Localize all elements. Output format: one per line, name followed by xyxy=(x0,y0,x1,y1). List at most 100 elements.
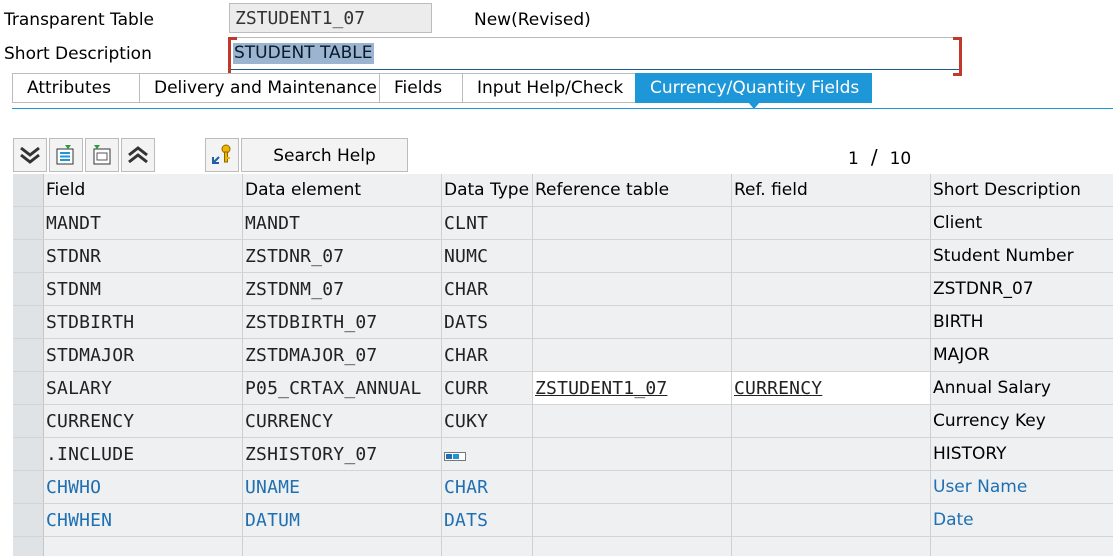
column-header-data-element[interactable]: Data element xyxy=(243,174,442,206)
column-header-short-description[interactable]: Short Description xyxy=(931,174,1113,206)
short-description-cell xyxy=(931,537,1113,556)
search-help-button[interactable]: Search Help xyxy=(241,138,408,172)
ref-field-cell xyxy=(732,240,931,272)
data-type-cell: DATS xyxy=(442,504,533,536)
delete-row-button[interactable] xyxy=(85,138,119,172)
short-description-label: Short Description xyxy=(4,44,152,64)
search-help-key-button[interactable] xyxy=(205,138,239,172)
short-description-cell: User Name xyxy=(931,471,1113,503)
field-cell: MANDT xyxy=(44,207,243,239)
reference-table-input[interactable]: ZSTUDENT1_07 xyxy=(533,372,732,404)
ref-field-cell xyxy=(732,438,931,470)
tab-currency-quantity-fields[interactable]: Currency/Quantity Fields xyxy=(635,73,872,109)
data-element-cell: ZSTDNM_07 xyxy=(243,273,442,305)
data-element-cell: DATUM xyxy=(243,504,442,536)
data-element-cell: ZSTDNR_07 xyxy=(243,240,442,272)
search-help-key-icon xyxy=(210,143,234,167)
select-all-cell[interactable] xyxy=(13,174,44,206)
ref-field-cell xyxy=(732,339,931,371)
data-element-cell: P05_CRTAX_ANNUAL xyxy=(243,372,442,404)
ref-field-cell xyxy=(732,207,931,239)
ref-field-input[interactable]: CURRENCY xyxy=(732,372,931,404)
table-row: CHWHEN DATUM DATS Date xyxy=(13,504,1113,537)
short-description-cell: BIRTH xyxy=(931,306,1113,338)
column-header-data-type[interactable]: Data Type xyxy=(442,174,533,206)
double-chevron-up-icon xyxy=(127,145,149,165)
row-selector[interactable] xyxy=(13,240,44,272)
delete-row-icon xyxy=(91,144,113,166)
tab-input-help-check[interactable]: Input Help/Check xyxy=(462,73,635,103)
ref-field-cell xyxy=(732,273,931,305)
row-selector[interactable] xyxy=(13,405,44,437)
table-header-row: Field Data element Data Type Reference t… xyxy=(13,174,1113,207)
table-row: STDMAJOR ZSTDMAJOR_07 CHAR MAJOR xyxy=(13,339,1113,372)
field-cell: STDMAJOR xyxy=(44,339,243,371)
double-chevron-down-icon xyxy=(19,145,41,165)
expand-all-button[interactable] xyxy=(121,138,155,172)
data-element-cell: ZSTDBIRTH_07 xyxy=(243,306,442,338)
data-type-cell: CLNT xyxy=(442,207,533,239)
table-row: SALARY P05_CRTAX_ANNUAL CURR ZSTUDENT1_0… xyxy=(13,372,1113,405)
short-description-cell: Student Number xyxy=(931,240,1113,272)
table-name-field: ZSTUDENT1_07 xyxy=(229,3,432,33)
row-selector[interactable] xyxy=(13,471,44,503)
fields-table: Field Data element Data Type Reference t… xyxy=(13,174,1113,556)
row-selector[interactable] xyxy=(13,339,44,371)
data-element-cell: UNAME xyxy=(243,471,442,503)
row-selector[interactable] xyxy=(13,207,44,239)
table-row-empty xyxy=(13,537,1113,556)
reference-table-cell xyxy=(533,405,732,437)
reference-table-cell xyxy=(533,273,732,305)
page-current: 1 xyxy=(848,149,859,169)
table-row: CURRENCY CURRENCY CUKY Currency Key xyxy=(13,405,1113,438)
data-element-cell: ZSHISTORY_07 xyxy=(243,438,442,470)
tab-attributes[interactable]: Attributes xyxy=(12,73,139,103)
reference-table-cell xyxy=(533,207,732,239)
reference-table-cell xyxy=(533,471,732,503)
table-row: STDNR ZSTDNR_07 NUMC Student Number xyxy=(13,240,1113,273)
row-selector[interactable] xyxy=(13,537,44,556)
data-element-cell xyxy=(243,537,442,556)
table-row: MANDT MANDT CLNT Client xyxy=(13,207,1113,240)
ref-field-cell xyxy=(732,306,931,338)
row-selector[interactable] xyxy=(13,306,44,338)
column-header-reference-table[interactable]: Reference table xyxy=(533,174,732,206)
row-selector[interactable] xyxy=(13,504,44,536)
field-cell: STDBIRTH xyxy=(44,306,243,338)
page-separator: / xyxy=(870,145,878,169)
insert-row-button[interactable] xyxy=(49,138,83,172)
short-description-input[interactable]: STUDENT TABLE xyxy=(228,37,962,76)
table-row: STDBIRTH ZSTDBIRTH_07 DATS BIRTH xyxy=(13,306,1113,339)
row-selector[interactable] xyxy=(13,438,44,470)
table-row: CHWHO UNAME CHAR User Name xyxy=(13,471,1113,504)
collapse-all-button[interactable] xyxy=(13,138,47,172)
reference-table-cell xyxy=(533,504,732,536)
data-type-cell: CURR xyxy=(442,372,533,404)
tab-delivery-maintenance[interactable]: Delivery and Maintenance xyxy=(139,73,379,103)
field-cell xyxy=(44,537,243,556)
data-type-cell: CHAR xyxy=(442,273,533,305)
tab-divider xyxy=(12,108,1113,109)
data-element-cell: MANDT xyxy=(243,207,442,239)
table-row: STDNM ZSTDNM_07 CHAR ZSTDNR_07 xyxy=(13,273,1113,306)
table-type-label: Transparent Table xyxy=(4,10,155,30)
short-description-cell: Date xyxy=(931,504,1113,536)
field-cell: STDNR xyxy=(44,240,243,272)
field-cell: .INCLUDE xyxy=(44,438,243,470)
column-header-ref-field[interactable]: Ref. field xyxy=(732,174,931,206)
column-header-field[interactable]: Field xyxy=(44,174,243,206)
ref-field-cell xyxy=(732,405,931,437)
data-element-cell: ZSTDMAJOR_07 xyxy=(243,339,442,371)
reference-table-cell xyxy=(533,537,732,556)
field-cell: CURRENCY xyxy=(44,405,243,437)
reference-table-cell xyxy=(533,339,732,371)
short-description-cell: Client xyxy=(931,207,1113,239)
field-cell: SALARY xyxy=(44,372,243,404)
row-selector[interactable] xyxy=(13,372,44,404)
page-indicator: 1 / 10 xyxy=(848,145,911,169)
row-selector[interactable] xyxy=(13,273,44,305)
table-row: .INCLUDE ZSHISTORY_07 HISTORY xyxy=(13,438,1113,471)
short-description-cell: MAJOR xyxy=(931,339,1113,371)
tab-fields[interactable]: Fields xyxy=(379,73,462,103)
short-description-cell: ZSTDNR_07 xyxy=(931,273,1113,305)
